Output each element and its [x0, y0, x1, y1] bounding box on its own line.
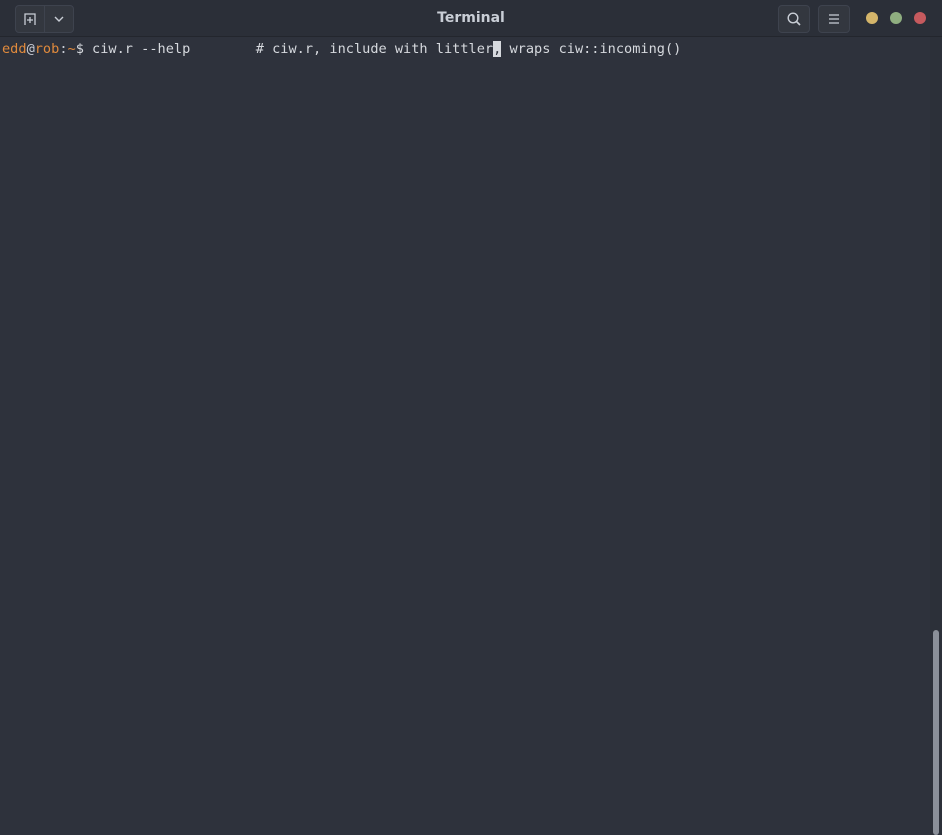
terminal-output[interactable]: edd@rob:~$ ciw.r --help # ciw.r, include…	[0, 37, 930, 835]
scrollbar-thumb[interactable]	[933, 630, 939, 835]
prompt-host: rob	[34, 41, 60, 57]
prompt-path: ~	[67, 41, 76, 57]
vertical-scrollbar[interactable]	[930, 37, 942, 835]
prompt-at: @	[26, 41, 35, 57]
maximize-button[interactable]	[890, 12, 902, 24]
command-text-after-cursor: wraps ciw::incoming()	[501, 41, 682, 57]
minimize-button[interactable]	[866, 12, 878, 24]
hamburger-menu-icon	[829, 14, 839, 24]
terminal-window: Terminal edd@rob:~$ ciw.r --help # ciw.r…	[0, 0, 942, 835]
prompt-symbol: $	[75, 41, 84, 57]
search-button[interactable]	[778, 5, 810, 33]
menu-button[interactable]	[818, 5, 850, 33]
close-button[interactable]	[914, 12, 926, 24]
command-line: edd@rob:~$ ciw.r --help # ciw.r, include…	[2, 40, 681, 58]
command-text: ciw.r --help # ciw.r, include with littl…	[83, 41, 494, 57]
search-icon	[787, 12, 801, 26]
prompt-user: edd	[2, 41, 27, 57]
title-bar[interactable]: Terminal	[0, 0, 942, 37]
prompt-colon: :	[59, 41, 68, 57]
